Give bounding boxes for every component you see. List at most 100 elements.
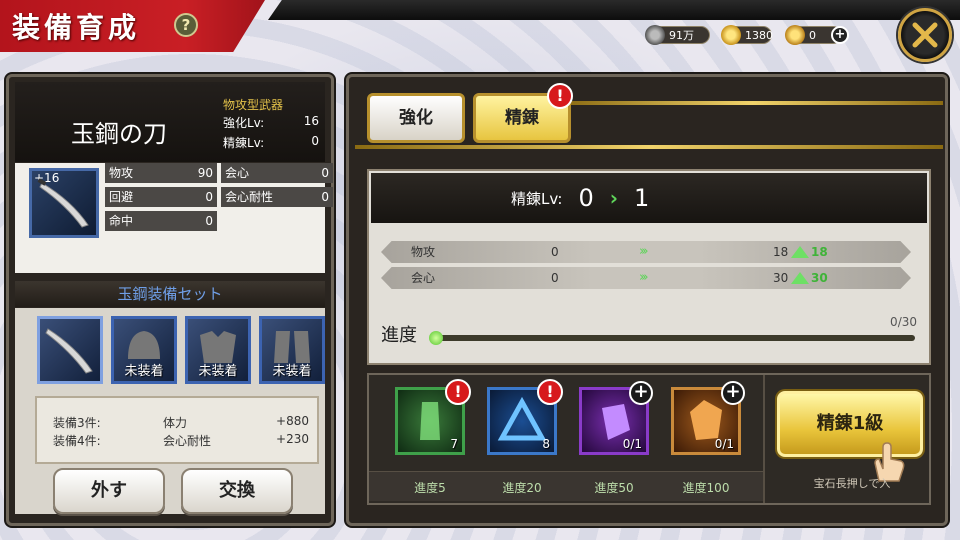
- weapon-slot[interactable]: +16: [29, 168, 99, 238]
- row-after: 18: [773, 245, 789, 259]
- progress-bar: [433, 335, 915, 341]
- stat-crit-label: 会心: [225, 166, 250, 180]
- up-arrow-icon: [791, 272, 809, 284]
- refine-stat-row: 物攻 0 ››› 18 18: [381, 241, 911, 263]
- set-bonus-box: 装備3件: 体力 +880 装備4件: 会心耐性 +230: [35, 396, 319, 464]
- alert-icon: !: [445, 379, 471, 405]
- bonus-stat: 会心耐性: [163, 434, 212, 448]
- enhance-value: 16: [303, 114, 319, 128]
- stat-eva-label: 回避: [109, 190, 134, 204]
- stat-hit-value: 0: [205, 214, 213, 228]
- set-slot-label: 未装着: [272, 364, 312, 379]
- material-caption: 進度20: [502, 481, 542, 495]
- set-title: 玉鋼装備セット: [15, 281, 325, 307]
- progress-label: 進度: [381, 325, 417, 346]
- refine-stat-row: 会心 0 ››› 30 30: [381, 267, 911, 289]
- equipment-panel: 玉鋼の刀 物攻型武器 強化Lv: 16 精錬Lv: 0 +16 物攻 90 会心…: [6, 74, 334, 526]
- gem-value: 0: [809, 28, 816, 42]
- set-slot-greaves[interactable]: 未装着: [259, 316, 325, 384]
- progress-current: 0: [890, 315, 898, 329]
- gold-value: 1380: [745, 28, 773, 42]
- gem-counter: 0 +: [785, 25, 849, 45]
- materials-area: 7 ! 進度5 8 ! 進度20 0/1 + 進度50 0/1 + 進度100 …: [367, 373, 931, 505]
- material-caption: 進度100: [682, 481, 730, 495]
- add-gem-button[interactable]: +: [831, 26, 849, 44]
- row-current: 0: [551, 271, 559, 285]
- sword-icon: [37, 178, 89, 228]
- material-caption: 進度50: [594, 481, 634, 495]
- row-after: 30: [773, 271, 789, 285]
- bonus-stat: 体力: [163, 416, 188, 430]
- set-bonus-row: 装備4件: 会心耐性 +230: [53, 432, 309, 448]
- refine-preview: 精錬Lv: 0 › 1 物攻 0 ››› 18 18 会心 0 ››› 30 3…: [367, 169, 931, 365]
- set-area: 未装着 未装着 未装着 装備3件: 体力 +880 装備4件: 会心耐性 +23…: [15, 308, 325, 514]
- refine-value: 0: [311, 134, 319, 148]
- stat-crit: 会心 0: [221, 163, 333, 183]
- up-arrow-icon: [791, 246, 809, 258]
- refine-panel: 強化 精錬 ! 精錬Lv: 0 › 1 物攻 0 ››› 18 18 会心 0 …: [346, 74, 948, 526]
- ingot-icon: [785, 25, 805, 45]
- arrows-icon: ›››: [639, 244, 648, 259]
- set-slot-weapon[interactable]: [37, 316, 103, 384]
- alert-icon: !: [547, 83, 573, 109]
- enhance-level: 強化Lv: 16: [223, 114, 323, 131]
- bonus-value: +880: [276, 414, 309, 428]
- close-icon: [912, 22, 938, 48]
- bonus-count: 装備4件:: [53, 434, 101, 448]
- stat-hit: 命中 0: [105, 211, 217, 231]
- stat-eva-value: 0: [205, 190, 213, 204]
- top-bar: [268, 0, 960, 20]
- stat-eva: 回避 0: [105, 187, 217, 207]
- stat-critres-label: 会心耐性: [225, 190, 274, 204]
- weapon-name: 玉鋼の刀: [71, 120, 167, 148]
- gold-counter: 1380: [721, 25, 773, 45]
- progress-indicator: [429, 331, 443, 345]
- help-button[interactable]: ?: [174, 13, 198, 37]
- set-slot-label: 未装着: [124, 364, 164, 379]
- coin-icon: [645, 25, 665, 45]
- stat-hit-label: 命中: [109, 214, 134, 228]
- stat-atk: 物攻 90: [105, 163, 217, 183]
- remove-button[interactable]: 外す: [53, 468, 165, 514]
- header-divider: [355, 145, 943, 149]
- row-current: 0: [551, 245, 559, 259]
- weapon-stats: +16 物攻 90 会心 0 回避 0 会心耐性 0 命中 0: [15, 163, 333, 273]
- gold-bar-icon: [721, 25, 741, 45]
- close-button[interactable]: [898, 8, 952, 62]
- refine-level-label: 精錬Lv:: [511, 189, 563, 208]
- bonus-count: 装備3件:: [53, 416, 101, 430]
- material-count: 0/1: [714, 437, 734, 451]
- set-slot-armor[interactable]: 未装着: [185, 316, 251, 384]
- row-name: 会心: [411, 271, 436, 285]
- stat-atk-value: 90: [197, 166, 213, 180]
- arrows-icon: ›››: [639, 270, 648, 285]
- swap-button[interactable]: 交換: [181, 468, 293, 514]
- tab-enhance[interactable]: 強化: [367, 93, 465, 143]
- refine-label: 精錬Lv:: [223, 136, 265, 150]
- stat-critres: 会心耐性 0: [221, 187, 333, 207]
- tab-divider: [563, 101, 943, 105]
- weapon-header: 玉鋼の刀 物攻型武器 強化Lv: 16 精錬Lv: 0: [15, 82, 325, 162]
- arrow-right-icon: ›: [609, 186, 618, 210]
- add-material-button[interactable]: +: [721, 381, 745, 405]
- page-title: 装備育成: [12, 11, 141, 44]
- enhance-label: 強化Lv:: [223, 116, 265, 130]
- set-slot-helmet[interactable]: 未装着: [111, 316, 177, 384]
- sword-icon: [45, 328, 93, 374]
- material-count: 0/1: [622, 437, 642, 451]
- material-count: 7: [450, 437, 458, 451]
- progress-value: 0/30: [890, 315, 917, 329]
- row-name: 物攻: [411, 245, 436, 259]
- set-slot-label: 未装着: [198, 364, 238, 379]
- coin-value: 91万: [669, 29, 694, 42]
- divider: [763, 375, 765, 503]
- coin-counter: 91万: [645, 25, 710, 45]
- weapon-type: 物攻型武器: [223, 98, 284, 112]
- progress-max: /30: [897, 315, 917, 329]
- stat-critres-value: 0: [321, 190, 329, 204]
- set-bonus-row: 装備3件: 体力 +880: [53, 414, 309, 430]
- alert-icon: !: [537, 379, 563, 405]
- add-material-button[interactable]: +: [629, 381, 653, 405]
- row-gain: 30: [811, 271, 828, 285]
- refine-level-header: 精錬Lv: 0 › 1: [371, 173, 927, 223]
